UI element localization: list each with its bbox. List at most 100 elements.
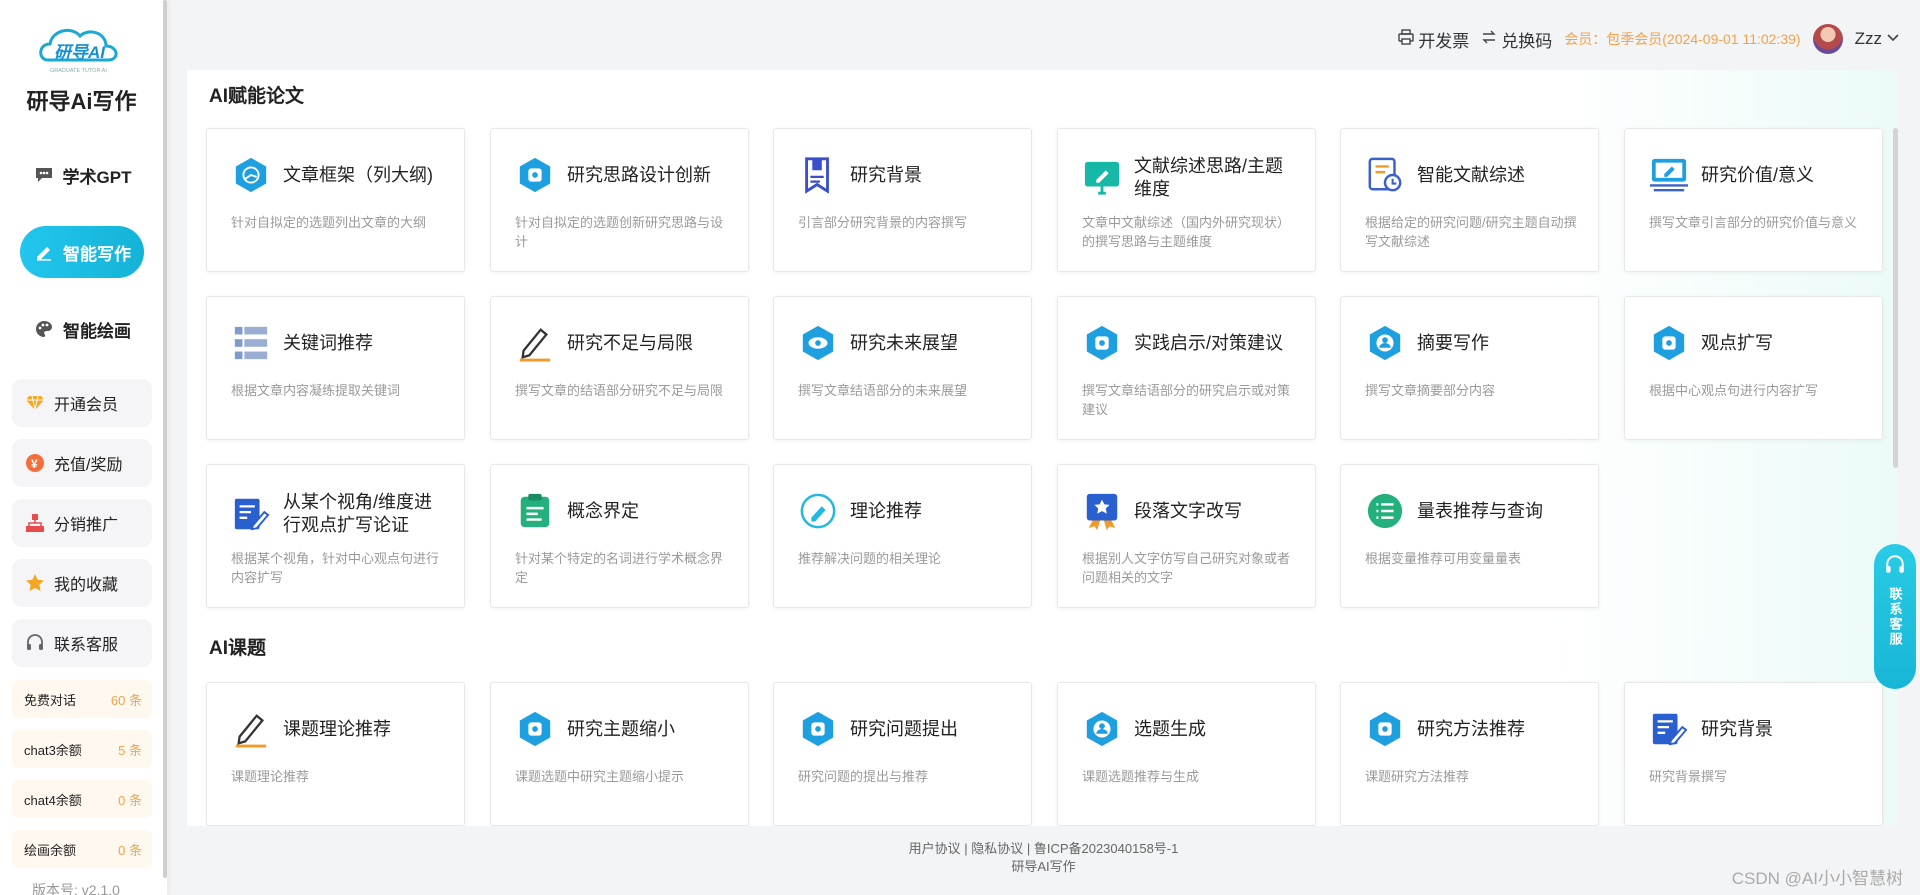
feature-card[interactable]: 选题生成课题选题推荐与生成 [1057, 682, 1316, 826]
menu-contact-service[interactable]: 联系客服 [12, 619, 152, 667]
chevron-down-icon [1886, 29, 1900, 49]
menu-recharge-rewards[interactable]: ¥ 充值/奖励 [12, 439, 152, 487]
nav-label: 学术GPT [62, 167, 132, 187]
feature-card[interactable]: 研究背景 研究背景撰写 [1624, 682, 1883, 826]
card-title: 研究背景 [1701, 718, 1773, 739]
feature-card[interactable]: 智能文献综述 根据给定的研究问题/研究主题自动撰写文献综述 [1340, 128, 1599, 272]
user-menu[interactable]: Zzz [1855, 29, 1900, 49]
coin-icon: ¥ [24, 452, 46, 474]
menu-my-favorites[interactable]: 我的收藏 [12, 559, 152, 607]
nav-label: 智能绘画 [63, 321, 131, 341]
menu-distribution[interactable]: 分销推广 [12, 499, 152, 547]
quota-label: 绘画余额 [24, 842, 77, 858]
redeem-label: 兑换码 [1501, 31, 1553, 51]
card-description: 课题选题推荐与生成 [1082, 769, 1200, 784]
swap-icon [1481, 29, 1497, 50]
quota-label: 免费对话 [24, 692, 77, 708]
hexagon-icon [515, 709, 555, 749]
laptop-icon [1649, 155, 1689, 195]
feature-card[interactable]: 研究问题提出研究问题的提出与推荐 [773, 682, 1032, 826]
sidebar: 研导AI GRADUATE TUTOR AI 研导Ai写作 学术GPT 智能写作… [0, 0, 167, 895]
list-icon [231, 323, 271, 363]
feature-card[interactable]: 关键词推荐 根据文章内容凝练提取关键词 [206, 296, 465, 440]
menu-label: 充值/奖励 [54, 457, 123, 474]
bookmark-icon [798, 155, 838, 195]
pencil-icon [33, 241, 55, 263]
feature-card[interactable]: 理论推荐 推荐解决问题的相关理论 [773, 464, 1032, 608]
feature-card[interactable]: 观点扩写 根据中心观点句进行内容扩写 [1624, 296, 1883, 440]
document-pen-icon [1649, 709, 1689, 749]
star-icon [24, 572, 46, 594]
printer-icon [1398, 28, 1415, 50]
feature-card[interactable]: 实践启示/对策建议 撰写文章结语部分的研究启示或对策建议 [1057, 296, 1316, 440]
feature-card[interactable]: 从某个视角/维度进行观点扩写论证 根据某个视角，针对中心观点句进行内容扩写 [206, 464, 465, 608]
pen-icon [515, 323, 555, 363]
quota-drawing: 绘画余额 0 条 [12, 830, 152, 868]
sidebar-scrollbar[interactable] [163, 0, 167, 878]
card-description: 课题理论推荐 [231, 769, 310, 784]
main-scrollbar[interactable] [1893, 128, 1898, 468]
quota-free-chat: 免费对话 60 条 [12, 680, 152, 718]
nav-smart-writing[interactable]: 智能写作 [20, 226, 144, 278]
svg-text:GRADUATE TUTOR AI: GRADUATE TUTOR AI [50, 68, 107, 74]
floating-customer-service[interactable]: 联系客服 [1874, 544, 1916, 689]
card-title: 智能文献综述 [1417, 164, 1525, 185]
feature-card[interactable]: 研究方法推荐 课题研究方法推荐 [1340, 682, 1599, 826]
feature-card[interactable]: 文章框架（列大纲) 针对自拟定的选题列出文章的大纲 [206, 128, 465, 272]
logo: 研导AI GRADUATE TUTOR AI [39, 28, 118, 74]
card-title: 关键词推荐 [283, 332, 373, 353]
feature-card[interactable]: 概念界定针对某个特定的名词进行学术概念界定 [490, 464, 749, 608]
card-title: 选题生成 [1134, 718, 1206, 739]
membership-status: 会员：包季会员(2024-09-01 11:02:39) [1564, 31, 1801, 47]
document-clock-icon [1365, 155, 1405, 195]
invoice-link[interactable]: 开发票 [1398, 27, 1469, 52]
section-title-ai-paper: AI赋能论文 [209, 86, 305, 107]
card-title: 研究问题提出 [850, 718, 958, 739]
card-title: 观点扩写 [1701, 332, 1773, 353]
card-description: 撰写文章的结语部分研究不足与局限 [515, 383, 724, 398]
feature-card[interactable]: 量表推荐与查询根据变量推荐可用变量量表 [1340, 464, 1599, 608]
username: Zzz [1854, 29, 1882, 48]
feature-card[interactable]: 课题理论推荐 课题理论推荐 [206, 682, 465, 826]
feature-card[interactable]: 段落文字改写 根据别人文字仿写自己研究对象或者问题相关的文字 [1057, 464, 1316, 608]
card-description: 针对某个特定的名词进行学术概念界定 [515, 551, 724, 585]
quota-value: 0 条 [118, 842, 142, 858]
footer-links[interactable]: 用户协议 | 隐私协议 | 鲁ICP备2023040158号-1 [167, 840, 1920, 858]
framework-icon [231, 155, 271, 195]
menu-open-membership[interactable]: 开通会员 [12, 379, 152, 427]
feature-card[interactable]: 研究主题缩小 课题选题中研究主题缩小提示 [490, 682, 749, 826]
card-title: 文章框架（列大纲) [283, 164, 433, 185]
pen-icon [231, 709, 271, 749]
feature-card[interactable]: 研究背景 引言部分研究背景的内容撰写 [773, 128, 1032, 272]
menu-label: 我的收藏 [54, 577, 119, 594]
org-chart-icon [24, 512, 46, 534]
menu-label: 分销推广 [54, 517, 119, 534]
redeem-link[interactable]: 兑换码 [1481, 27, 1552, 52]
chat-bubble-icon [33, 164, 55, 186]
nav-smart-painting[interactable]: 智能绘画 [20, 303, 144, 355]
card-description: 根据别人文字仿写自己研究对象或者问题相关的文字 [1082, 551, 1291, 585]
edit-circle-icon [798, 491, 838, 531]
nav-academic-gpt[interactable]: 学术GPT [20, 149, 144, 201]
badge-icon [1082, 491, 1122, 531]
brand-name: 研导Ai写作 [26, 89, 137, 114]
feature-card[interactable]: 文献综述思路/主题维度 文章中文献综述（国内外研究现状）的撰写思路与主题维度 [1057, 128, 1316, 272]
feature-card[interactable]: 研究不足与局限 撰写文章的结语部分研究不足与局限 [490, 296, 749, 440]
card-description: 研究问题的提出与推荐 [798, 769, 929, 784]
hexagon-icon [1082, 323, 1122, 363]
avatar[interactable] [1812, 24, 1843, 54]
card-title: 文献综述思路/主题维度 [1134, 156, 1284, 199]
feature-card[interactable]: 研究思路设计创新 针对自拟定的选题创新研究思路与设计 [490, 128, 749, 272]
quota-chat4: chat4余额 0 条 [12, 780, 152, 818]
card-description: 课题研究方法推荐 [1365, 769, 1470, 784]
card-description: 根据变量推荐可用变量量表 [1365, 551, 1522, 566]
card-title: 概念界定 [567, 500, 639, 521]
feature-card[interactable]: 研究未来展望 撰写文章结语部分的未来展望 [773, 296, 1032, 440]
card-title: 量表推荐与查询 [1417, 500, 1543, 521]
svg-text:¥: ¥ [31, 457, 38, 471]
card-title: 研究主题缩小 [567, 718, 675, 739]
feature-card[interactable]: 摘要写作 撰写文章摘要部分内容 [1340, 296, 1599, 440]
card-title: 研究背景 [850, 164, 922, 185]
invoice-label: 开发票 [1418, 31, 1470, 51]
feature-card[interactable]: 研究价值/意义 撰写文章引言部分的研究价值与意义 [1624, 128, 1883, 272]
